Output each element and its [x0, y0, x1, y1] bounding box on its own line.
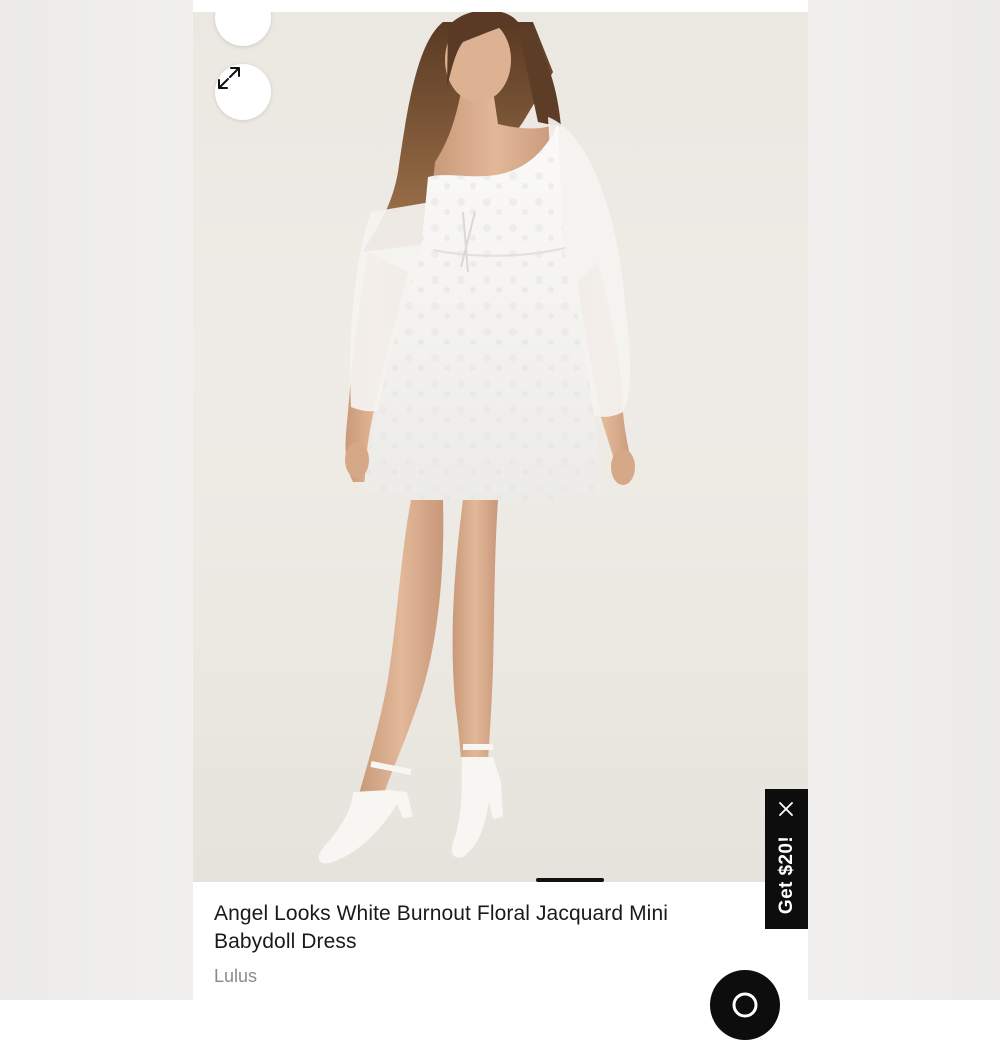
close-icon — [779, 802, 793, 816]
product-image[interactable] — [193, 12, 808, 882]
fullscreen-button[interactable] — [215, 64, 271, 120]
product-screen: Angel Looks White Burnout Floral Jacquar… — [193, 0, 808, 1000]
promo-close-button[interactable] — [776, 799, 796, 819]
product-title[interactable]: Angel Looks White Burnout Floral Jacquar… — [214, 900, 734, 956]
expand-arrows-icon — [218, 67, 240, 89]
search-chat-icon — [732, 992, 758, 1018]
promo-label[interactable]: Get $20! — [776, 836, 798, 914]
product-brand[interactable]: Lulus — [214, 966, 257, 987]
chat-button[interactable] — [710, 970, 780, 1040]
model-illustration — [318, 12, 635, 864]
product-info: Angel Looks White Burnout Floral Jacquar… — [193, 882, 808, 1000]
promo-tab[interactable]: Get $20! — [765, 789, 808, 929]
